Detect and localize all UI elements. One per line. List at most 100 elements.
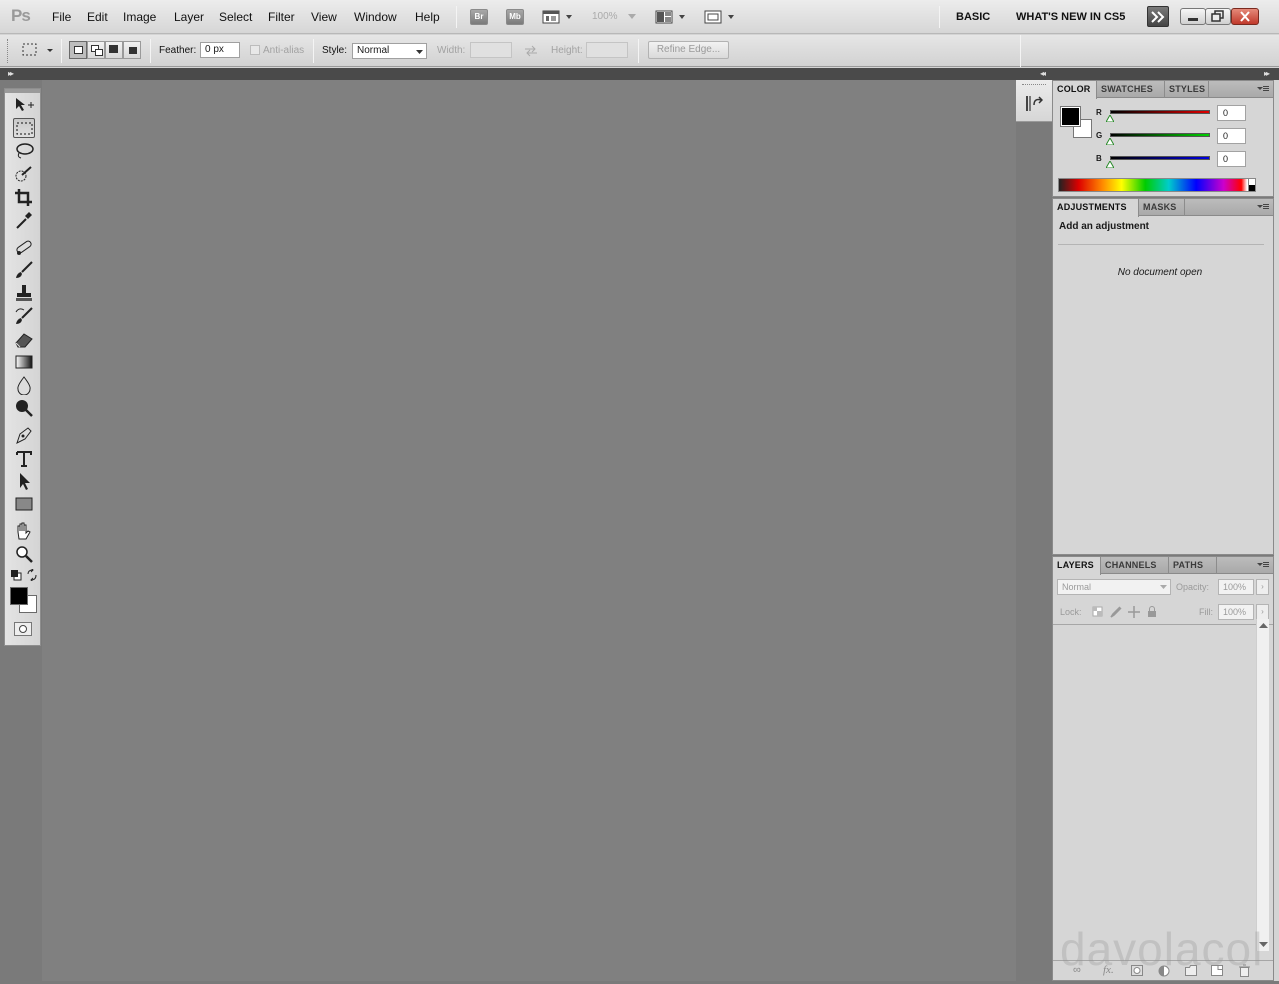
color-spectrum-bar[interactable] bbox=[1058, 178, 1256, 192]
tool-preset-picker[interactable] bbox=[20, 41, 58, 62]
tab-styles[interactable]: STYLES bbox=[1165, 81, 1209, 98]
width-input[interactable] bbox=[470, 42, 512, 58]
green-slider[interactable] bbox=[1110, 133, 1210, 137]
hand-tool[interactable] bbox=[13, 521, 35, 541]
green-slider-thumb[interactable] bbox=[1106, 138, 1114, 145]
tab-swatches[interactable]: SWATCHES bbox=[1097, 81, 1165, 98]
menu-window[interactable]: Window bbox=[354, 10, 397, 24]
green-value-input[interactable]: 0 bbox=[1217, 128, 1246, 144]
panel-menu-icon[interactable] bbox=[1257, 561, 1269, 570]
blue-slider[interactable] bbox=[1110, 156, 1210, 160]
blue-slider-thumb[interactable] bbox=[1106, 161, 1114, 168]
red-slider[interactable] bbox=[1110, 110, 1210, 114]
close-button[interactable] bbox=[1231, 8, 1259, 25]
history-panel-button[interactable] bbox=[1016, 80, 1052, 122]
tab-channels[interactable]: CHANNELS bbox=[1101, 557, 1169, 574]
layers-panel: LAYERS CHANNELS PATHS Normal Opacity: 10… bbox=[1052, 556, 1274, 981]
crop-tool[interactable] bbox=[13, 187, 35, 207]
tab-color[interactable]: COLOR bbox=[1053, 81, 1097, 99]
feather-input[interactable]: 0 px bbox=[200, 42, 240, 58]
watermark-text: davolacol bbox=[1060, 923, 1264, 975]
opacity-input[interactable]: 100% bbox=[1218, 579, 1254, 595]
style-select[interactable]: Normal bbox=[352, 43, 427, 59]
quick-mask-button[interactable] bbox=[14, 622, 32, 636]
lock-transparency-icon[interactable] bbox=[1092, 606, 1104, 618]
swap-dimensions-icon[interactable] bbox=[524, 45, 538, 57]
mini-bridge-button[interactable]: Mb bbox=[506, 9, 524, 25]
eyedropper-tool[interactable] bbox=[13, 210, 35, 230]
brush-tool[interactable] bbox=[13, 260, 35, 280]
panel-menu-icon[interactable] bbox=[1257, 85, 1269, 94]
type-tool[interactable] bbox=[13, 448, 35, 468]
panel-menu-icon[interactable] bbox=[1257, 203, 1269, 212]
tab-paths[interactable]: PATHS bbox=[1169, 557, 1217, 574]
gradient-tool[interactable] bbox=[13, 352, 35, 372]
menu-filter[interactable]: Filter bbox=[268, 10, 295, 24]
more-workspaces-button[interactable] bbox=[1147, 6, 1169, 27]
tab-masks[interactable]: MASKS bbox=[1139, 199, 1185, 216]
menu-select[interactable]: Select bbox=[219, 10, 252, 24]
blend-mode-select[interactable]: Normal bbox=[1057, 579, 1171, 595]
swap-colors-button[interactable] bbox=[26, 567, 38, 583]
tab-adjustments[interactable]: ADJUSTMENTS bbox=[1053, 199, 1139, 217]
restore-button[interactable] bbox=[1205, 8, 1231, 25]
menu-edit[interactable]: Edit bbox=[87, 10, 108, 24]
eraser-tool[interactable] bbox=[13, 329, 35, 349]
history-brush-tool[interactable] bbox=[13, 306, 35, 326]
fill-slider-button[interactable]: › bbox=[1256, 604, 1269, 620]
workspace-whats-new[interactable]: WHAT'S NEW IN CS5 bbox=[1016, 11, 1125, 23]
minimize-button[interactable] bbox=[1180, 8, 1206, 25]
zoom-tool[interactable] bbox=[13, 544, 35, 564]
toolbox-grip bbox=[5, 89, 40, 93]
view-extras-button[interactable] bbox=[542, 9, 574, 28]
collapse-dock-icon[interactable]: ◂◂ bbox=[1040, 69, 1046, 78]
clone-stamp-tool[interactable] bbox=[13, 283, 35, 303]
red-slider-thumb[interactable] bbox=[1106, 115, 1114, 122]
pen-tool[interactable] bbox=[13, 425, 35, 445]
lock-all-icon[interactable] bbox=[1146, 606, 1158, 618]
default-colors-button[interactable] bbox=[10, 569, 22, 581]
anti-alias-checkbox[interactable] bbox=[250, 45, 260, 55]
lock-image-icon[interactable] bbox=[1110, 606, 1122, 618]
spot-healing-brush-tool[interactable] bbox=[13, 237, 35, 257]
subtract-from-selection-button[interactable] bbox=[105, 41, 123, 59]
workspace-basic[interactable]: BASIC bbox=[956, 11, 990, 23]
collapse-panels-icon[interactable]: ▸▸ bbox=[1264, 69, 1270, 78]
lock-position-icon[interactable] bbox=[1128, 606, 1140, 618]
rectangular-marquee-tool[interactable] bbox=[13, 118, 35, 138]
move-tool[interactable] bbox=[13, 95, 35, 115]
menu-view[interactable]: View bbox=[311, 10, 337, 24]
document-canvas-area[interactable] bbox=[42, 68, 1016, 981]
color-foreground-swatch[interactable] bbox=[1060, 106, 1081, 127]
red-value-input[interactable]: 0 bbox=[1217, 105, 1246, 121]
quick-selection-tool[interactable] bbox=[13, 164, 35, 184]
tab-layers[interactable]: LAYERS bbox=[1053, 557, 1101, 575]
add-to-selection-button[interactable] bbox=[87, 41, 105, 59]
expand-toolbox-icon[interactable]: ▸▸ bbox=[8, 69, 14, 78]
lasso-tool[interactable] bbox=[13, 141, 35, 161]
menu-file[interactable]: File bbox=[52, 10, 71, 24]
refine-edge-button[interactable]: Refine Edge... bbox=[648, 41, 729, 59]
scroll-up-icon[interactable] bbox=[1259, 622, 1268, 628]
fill-input[interactable]: 100% bbox=[1218, 604, 1254, 620]
menu-help[interactable]: Help bbox=[415, 10, 440, 24]
blue-value-input[interactable]: 0 bbox=[1217, 151, 1246, 167]
arrange-documents-button[interactable] bbox=[655, 9, 689, 28]
zoom-level[interactable]: 100% bbox=[592, 11, 618, 22]
rectangle-tool[interactable] bbox=[13, 494, 35, 514]
history-brush-icon bbox=[15, 307, 33, 324]
foreground-color-swatch[interactable] bbox=[10, 587, 28, 605]
path-selection-tool[interactable] bbox=[13, 471, 35, 491]
menu-image[interactable]: Image bbox=[123, 10, 156, 24]
new-selection-button[interactable] bbox=[69, 41, 87, 59]
screen-mode-button[interactable] bbox=[704, 9, 738, 28]
dodge-tool[interactable] bbox=[13, 398, 35, 418]
opacity-slider-button[interactable]: › bbox=[1256, 579, 1269, 595]
height-input[interactable] bbox=[586, 42, 628, 58]
bridge-button[interactable]: Br bbox=[470, 9, 488, 25]
black-white-ramp[interactable] bbox=[1248, 178, 1256, 192]
menu-layer[interactable]: Layer bbox=[174, 10, 204, 24]
blur-tool[interactable] bbox=[13, 375, 35, 396]
intersect-selection-button[interactable] bbox=[123, 41, 141, 59]
layers-scrollbar[interactable] bbox=[1256, 619, 1269, 951]
